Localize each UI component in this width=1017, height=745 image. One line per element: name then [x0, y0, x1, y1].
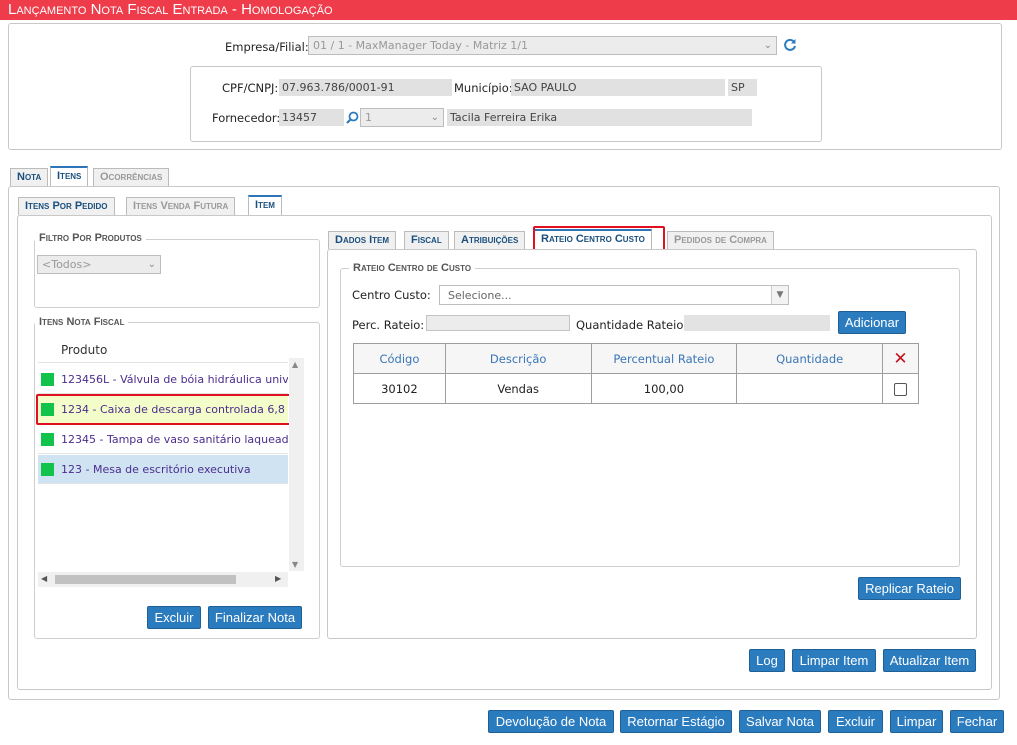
itens-nota-legend: Itens Nota Fiscal — [35, 316, 129, 328]
scroll-left-icon[interactable]: ◀ — [41, 574, 47, 583]
scroll-up-icon[interactable]: ▲ — [292, 360, 298, 369]
col-codigo[interactable]: Código — [353, 343, 446, 374]
adicionar-button[interactable]: Adicionar — [838, 311, 906, 334]
rateio-legend: Rateio Centro de Custo — [349, 262, 476, 274]
municipio-label: Município: — [454, 81, 513, 95]
highlight-box — [36, 394, 291, 425]
cell-percentual: 100,00 — [590, 373, 738, 404]
col-descricao[interactable]: Descrição — [444, 343, 592, 374]
col-percentual[interactable]: Percentual Rateio — [590, 343, 738, 374]
header-panel: Empresa/Filial: 01 / 1 - MaxManager Toda… — [8, 23, 1002, 150]
rateio-table: Código Descrição Percentual Rateio Quant… — [353, 343, 919, 404]
tab-ocorrencias[interactable]: Ocorrências — [93, 168, 170, 186]
filtro-legend: Filtro Por Produtos — [35, 232, 146, 244]
dropdown-arrow-icon: ▼ — [771, 286, 788, 304]
log-button[interactable]: Log — [749, 649, 785, 672]
col-delete[interactable]: ✕ — [882, 343, 919, 374]
tab-item[interactable]: Item — [248, 195, 282, 216]
vertical-scrollbar[interactable]: ▲ ▼ — [289, 358, 304, 571]
fornecedor-seq-select[interactable]: 1 ⌄ — [360, 108, 444, 127]
scroll-down-icon[interactable]: ▼ — [292, 560, 298, 569]
cell-quantidade — [736, 373, 884, 404]
status-square-icon — [41, 373, 54, 386]
limpar-item-button[interactable]: Limpar Item — [792, 649, 876, 672]
search-icon[interactable] — [346, 111, 359, 124]
retornar-estagio-button[interactable]: Retornar Estágio — [620, 710, 732, 733]
chevron-down-icon: ⌄ — [763, 40, 772, 51]
empresa-label: Empresa/Filial: — [225, 40, 309, 54]
tab-pedidos-compra[interactable]: Pedidos de Compra — [667, 231, 774, 249]
table-header-row: Código Descrição Percentual Rateio Quant… — [353, 343, 919, 374]
scroll-right-icon[interactable]: ▶ — [275, 574, 281, 583]
tab-dados-item[interactable]: Dados Item — [328, 231, 397, 249]
tab-itens[interactable]: Itens — [50, 166, 89, 187]
fechar-button[interactable]: Fechar — [950, 710, 1004, 733]
horizontal-scrollbar[interactable]: ◀ ▶ — [38, 572, 288, 587]
cell-descricao: Vendas — [444, 373, 592, 404]
status-square-icon — [41, 463, 54, 476]
tab-atribuicoes[interactable]: Atribuições — [454, 231, 526, 249]
uf-field: SP — [728, 79, 757, 96]
qtd-rateio-label: Quantidade Rateio: — [576, 318, 688, 332]
perc-rateio-label: Perc. Rateio: — [352, 318, 425, 332]
table-row[interactable]: 30102 Vendas 100,00 — [353, 373, 919, 404]
scroll-thumb[interactable] — [55, 575, 236, 584]
list-item-label: 12345 - Tampa de vaso sanitário laqueado — [61, 433, 288, 446]
qtd-rateio-input[interactable] — [684, 315, 830, 331]
list-item[interactable]: 123 - Mesa de escritório executiva — [38, 455, 288, 484]
tab-itens-venda-futura[interactable]: Itens Venda Futura — [126, 197, 236, 215]
limpar-button[interactable]: Limpar — [890, 710, 943, 733]
list-item-label: 123 - Mesa de escritório executiva — [61, 463, 251, 476]
list-item[interactable]: 123456L - Válvula de bóia hidráulica uni… — [38, 365, 288, 394]
excluir-item-button[interactable]: Excluir — [147, 606, 201, 629]
perc-rateio-input[interactable] — [426, 315, 570, 331]
municipio-field: SAO PAULO — [511, 79, 725, 96]
fornecedor-name-field: Tacila Ferreira Erika — [447, 109, 752, 126]
cpf-field: 07.963.786/0001-91 — [279, 79, 452, 96]
atualizar-item-button[interactable]: Atualizar Item — [883, 649, 976, 672]
list-item-label: 123456L - Válvula de bóia hidráulica uni… — [61, 373, 288, 386]
devolucao-nota-button[interactable]: Devolução de Nota — [488, 710, 614, 733]
window-title: Lançamento Nota Fiscal Entrada - Homolog… — [0, 0, 1017, 20]
centro-custo-select[interactable]: Selecione... ▼ — [439, 285, 789, 305]
tab-nota[interactable]: Nota — [10, 168, 49, 186]
replicar-rateio-button[interactable]: Replicar Rateio — [858, 577, 961, 600]
salvar-nota-button[interactable]: Salvar Nota — [739, 710, 821, 733]
status-square-icon — [41, 433, 54, 446]
filtro-value: <Todos> — [42, 258, 92, 271]
finalizar-nota-button[interactable]: Finalizar Nota — [208, 606, 302, 629]
chevron-down-icon: ⌄ — [147, 259, 156, 270]
filtro-select[interactable]: <Todos> ⌄ — [37, 255, 161, 274]
list-item[interactable]: 12345 - Tampa de vaso sanitário laqueado — [38, 425, 288, 454]
centro-custo-label: Centro Custo: — [352, 288, 431, 302]
empresa-select[interactable]: 01 / 1 - MaxManager Today - Matriz 1/1 ⌄ — [308, 36, 777, 55]
cpf-label: CPF/CNPJ: — [222, 81, 279, 95]
product-column-header: Produto — [61, 343, 108, 357]
fornecedor-label: Fornecedor: — [212, 111, 281, 125]
fornecedor-seq-value: 1 — [365, 111, 372, 124]
fornecedor-code-field: 13457 — [279, 109, 344, 126]
excluir-nota-button[interactable]: Excluir — [828, 710, 883, 733]
tab-fiscal[interactable]: Fiscal — [404, 231, 449, 249]
tab-itens-por-pedido[interactable]: Itens Por Pedido — [18, 197, 115, 215]
cell-select — [882, 373, 919, 404]
fornecedor-box: CPF/CNPJ: 07.963.786/0001-91 Município: … — [190, 66, 822, 142]
chevron-down-icon: ⌄ — [430, 112, 439, 123]
cell-codigo: 30102 — [353, 373, 446, 404]
delete-x-icon[interactable]: ✕ — [893, 349, 907, 369]
centro-custo-placeholder: Selecione... — [448, 289, 512, 302]
refresh-icon[interactable] — [783, 38, 797, 52]
col-quantidade[interactable]: Quantidade — [736, 343, 884, 374]
row-checkbox[interactable] — [894, 382, 908, 396]
empresa-value: 01 / 1 - MaxManager Today - Matriz 1/1 — [313, 39, 528, 52]
